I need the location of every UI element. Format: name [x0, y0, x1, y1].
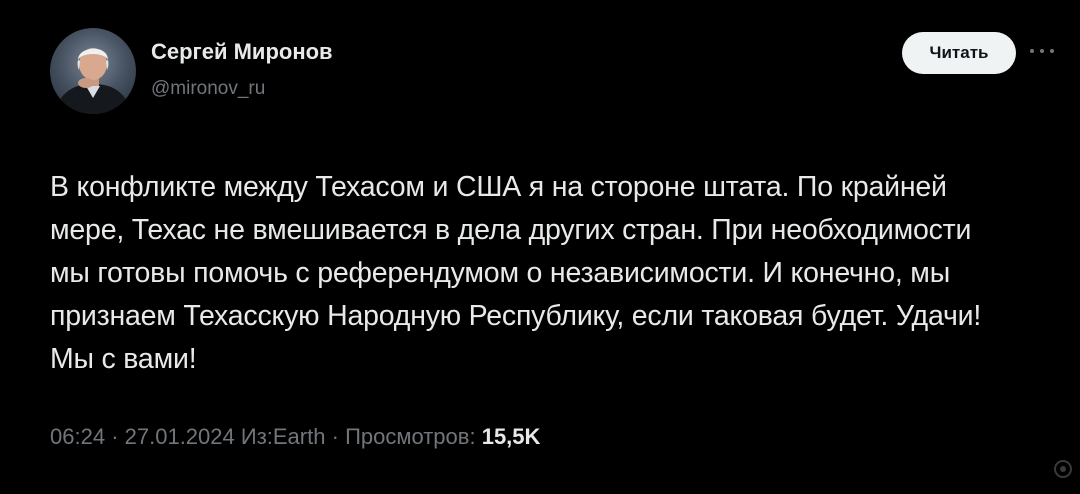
- tweet-card: Сергей Миронов @mironov_ru Читать В конф…: [0, 0, 1080, 494]
- tweet-time[interactable]: 06:24: [50, 424, 105, 449]
- follow-button[interactable]: Читать: [902, 32, 1016, 74]
- tweet-text: В конфликте между Техасом и США я на сто…: [50, 171, 982, 375]
- author-handle[interactable]: @mironov_ru: [151, 78, 265, 100]
- tweet-date[interactable]: 27.01.2024: [125, 424, 235, 449]
- more-dots-icon[interactable]: [1030, 44, 1054, 58]
- meta-separator: ·: [331, 424, 339, 449]
- tweet-meta: 06:24 · 27.01.2024 Из:Earth · Просмотров…: [50, 424, 540, 450]
- tweet-source: Из:Earth: [240, 424, 326, 449]
- meta-separator: ·: [111, 424, 119, 449]
- avatar[interactable]: [50, 28, 136, 114]
- avatar-portrait-icon: [54, 48, 132, 114]
- views-count[interactable]: 15,5K: [482, 424, 541, 449]
- watermark-logo-icon: [1052, 458, 1074, 480]
- views-label: Просмотров:: [345, 424, 476, 449]
- author-name[interactable]: Сергей Миронов: [151, 39, 333, 65]
